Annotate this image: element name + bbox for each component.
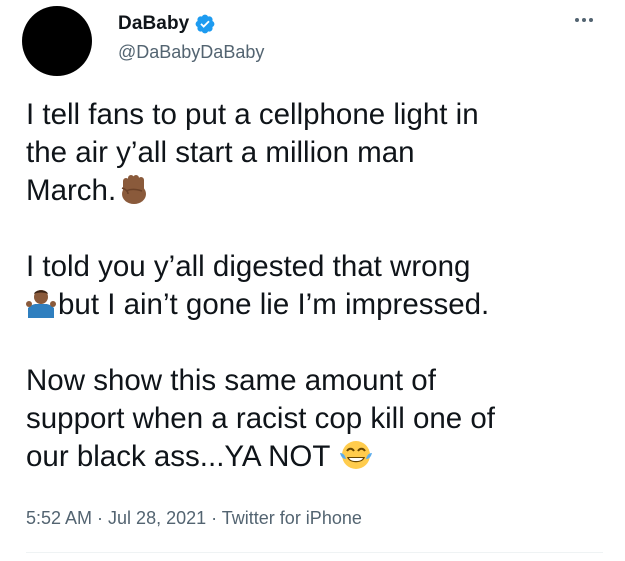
more-dot xyxy=(582,18,586,22)
tweet-source[interactable]: Twitter for iPhone xyxy=(222,508,362,528)
author-display-name[interactable]: DaBaby xyxy=(118,13,189,35)
more-dot xyxy=(575,18,579,22)
more-options-icon[interactable] xyxy=(573,10,595,30)
tweet-date[interactable]: Jul 28, 2021 xyxy=(108,508,206,528)
meta-separator: · xyxy=(92,508,109,528)
raised-fist-emoji-icon xyxy=(121,175,147,204)
person-shrugging-emoji-icon xyxy=(26,290,56,318)
avatar[interactable] xyxy=(22,6,92,76)
tweet-line: Now show this same amount of xyxy=(26,364,436,397)
tweet-line: March. xyxy=(26,172,606,210)
author-handle[interactable]: @DaBabyDaBaby xyxy=(118,42,264,63)
author-name-row: DaBaby xyxy=(118,12,216,36)
tweet-text: I tell fans to put a cellphone light in … xyxy=(26,96,606,514)
tweet-line-text: our black ass...YA NOT xyxy=(26,440,330,473)
verified-badge-icon xyxy=(195,14,215,34)
tweet-line-text: but I ain’t gone lie I’m impressed. xyxy=(58,288,490,321)
tweet-card: DaBaby @DaBabyDaBaby I tell fans to put … xyxy=(0,0,625,561)
more-dot xyxy=(589,18,593,22)
tweet-line: support when a racist cop kill one of xyxy=(26,402,495,435)
tweet-line: our black ass...YA NOT xyxy=(26,438,606,476)
tweet-line: the air y’all start a million man xyxy=(26,136,415,169)
tweet-paragraph-3: Now show this same amount of support whe… xyxy=(26,362,606,476)
tweet-line-text: March. xyxy=(26,174,117,207)
tweet-line: but I ain’t gone lie I’m impressed. xyxy=(26,286,606,324)
tweet-time[interactable]: 5:52 AM xyxy=(26,508,92,528)
tweet-line: I told you y’all digested that wrong xyxy=(26,250,471,283)
tweet-metadata: 5:52 AM · Jul 28, 2021 · Twitter for iPh… xyxy=(26,508,362,529)
divider xyxy=(26,552,603,553)
tweet-paragraph-2: I told you y’all digested that wrong but… xyxy=(26,248,606,324)
meta-separator: · xyxy=(206,508,222,528)
tweet-paragraph-1: I tell fans to put a cellphone light in … xyxy=(26,96,606,210)
tears-of-joy-emoji-icon xyxy=(340,441,373,469)
tweet-line: I tell fans to put a cellphone light in xyxy=(26,98,479,131)
